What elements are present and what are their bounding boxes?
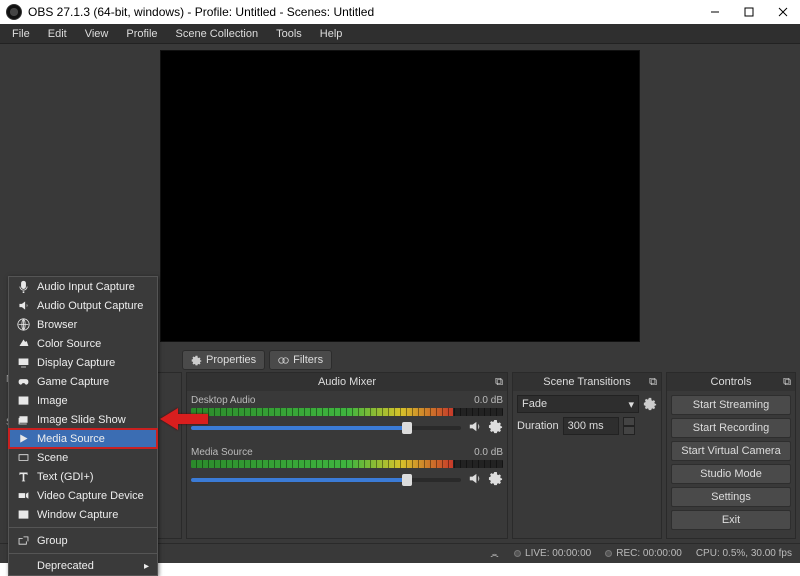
menu-item-image-slide-show[interactable]: Image Slide Show [9, 410, 157, 429]
menubar: File Edit View Profile Scene Collection … [0, 24, 800, 44]
menu-profile[interactable]: Profile [118, 26, 165, 42]
image-slide-show-icon [17, 413, 30, 426]
channel-db: 0.0 dB [474, 447, 503, 458]
video-capture-device-icon [17, 489, 30, 502]
obs-logo-icon [6, 4, 22, 20]
window-capture-icon [17, 508, 30, 521]
menu-view[interactable]: View [77, 26, 117, 42]
status-rec: REC: 00:00:00 [616, 548, 682, 559]
menu-item-display-capture[interactable]: Display Capture [9, 353, 157, 372]
menu-item-color-source[interactable]: Color Source [9, 334, 157, 353]
speaker-icon[interactable] [467, 419, 482, 437]
popout-icon[interactable]: ⧉ [649, 376, 657, 389]
menu-tools[interactable]: Tools [268, 26, 310, 42]
text-gdi--icon [17, 470, 30, 483]
mixer-channel: Media Source 0.0 dB [191, 447, 503, 489]
signal-icon [489, 548, 500, 559]
menu-file[interactable]: File [4, 26, 38, 42]
color-source-icon [17, 337, 30, 350]
menu-item-image[interactable]: Image [9, 391, 157, 410]
menu-scene-collection[interactable]: Scene Collection [168, 26, 267, 42]
dock-title: Controls [711, 376, 752, 388]
channel-db: 0.0 dB [474, 395, 503, 406]
duration-input[interactable]: 300 ms [563, 417, 619, 435]
titlebar: OBS 27.1.3 (64-bit, windows) - Profile: … [0, 0, 800, 24]
speaker-icon[interactable] [467, 471, 482, 489]
window-title: OBS 27.1.3 (64-bit, windows) - Profile: … [28, 5, 698, 19]
menu-item-window-capture[interactable]: Window Capture [9, 505, 157, 524]
mixer-channel: Desktop Audio 0.0 dB [191, 395, 503, 437]
channel-name: Desktop Audio [191, 395, 256, 406]
menu-edit[interactable]: Edit [40, 26, 75, 42]
volume-slider[interactable] [191, 478, 461, 482]
filters-icon [278, 355, 289, 366]
duration-label: Duration [517, 420, 559, 432]
filters-button[interactable]: Filters [269, 350, 332, 370]
status-live: LIVE: 00:00:00 [525, 548, 591, 559]
start-recording-button[interactable]: Start Recording [671, 418, 791, 438]
spin-down[interactable] [623, 426, 635, 435]
game-capture-icon [17, 375, 30, 388]
audio-input-capture-icon [17, 280, 30, 293]
properties-button[interactable]: Properties [182, 350, 265, 370]
display-capture-icon [17, 356, 30, 369]
preview-canvas[interactable] [160, 50, 640, 342]
close-button[interactable] [766, 0, 800, 24]
menu-help[interactable]: Help [312, 26, 351, 42]
menu-item-media-source[interactable]: Media Source [9, 429, 157, 448]
menu-item-audio-input-capture[interactable]: Audio Input Capture [9, 277, 157, 296]
start-virtual-camera-button[interactable]: Start Virtual Camera [671, 441, 791, 461]
add-source-menu: Audio Input CaptureAudio Output CaptureB… [8, 276, 158, 576]
popout-icon[interactable]: ⧉ [783, 376, 791, 389]
rec-dot-icon [605, 550, 612, 557]
dock-title: Scene Transitions [543, 376, 630, 388]
gear-icon[interactable] [643, 397, 657, 411]
settings-button[interactable]: Settings [671, 487, 791, 507]
volume-slider[interactable] [191, 426, 461, 430]
live-dot-icon [514, 550, 521, 557]
minimize-button[interactable] [698, 0, 732, 24]
studio-mode-button[interactable]: Studio Mode [671, 464, 791, 484]
media-source-icon [17, 432, 30, 445]
menu-item-video-capture-device[interactable]: Video Capture Device [9, 486, 157, 505]
menu-item-game-capture[interactable]: Game Capture [9, 372, 157, 391]
gear-icon[interactable] [488, 471, 503, 489]
menu-item-text-gdi-[interactable]: Text (GDI+) [9, 467, 157, 486]
audio-output-capture-icon [17, 299, 30, 312]
exit-button[interactable]: Exit [671, 510, 791, 530]
start-streaming-button[interactable]: Start Streaming [671, 395, 791, 415]
menu-item-group[interactable]: Group [9, 531, 157, 550]
transition-select[interactable]: Fade ▾ [517, 395, 639, 413]
gear-icon[interactable] [488, 419, 503, 437]
spin-up[interactable] [623, 417, 635, 426]
chevron-down-icon: ▾ [628, 398, 634, 411]
menu-item-deprecated[interactable]: Deprecated▸ [9, 557, 157, 575]
group-icon [17, 534, 30, 547]
menu-item-scene[interactable]: Scene [9, 448, 157, 467]
transitions-dock: Scene Transitions ⧉ Fade ▾ Duration 300 m… [512, 372, 662, 539]
popout-icon[interactable]: ⧉ [495, 376, 503, 389]
browser-icon [17, 318, 30, 331]
menu-item-audio-output-capture[interactable]: Audio Output Capture [9, 296, 157, 315]
channel-name: Media Source [191, 447, 253, 458]
annotation-arrow [160, 406, 208, 435]
chevron-right-icon: ▸ [144, 561, 149, 572]
gear-icon [191, 355, 202, 366]
controls-dock: Controls ⧉ Start Streaming Start Recording… [666, 372, 796, 539]
scene-icon [17, 451, 30, 464]
level-meter [191, 460, 503, 468]
audio-mixer-dock: Audio Mixer⧉ Desktop Audio0.0 dBMedia So… [186, 372, 508, 539]
status-cpu: CPU: 0.5%, 30.00 fps [696, 548, 792, 559]
image-icon [17, 394, 30, 407]
menu-item-browser[interactable]: Browser [9, 315, 157, 334]
dock-title: Audio Mixer [318, 376, 376, 388]
level-meter [191, 408, 503, 416]
maximize-button[interactable] [732, 0, 766, 24]
